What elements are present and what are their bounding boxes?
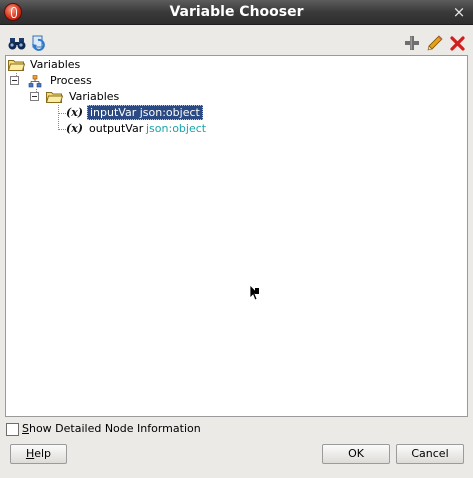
refresh-icon[interactable] [30,34,48,52]
tree-node-outputvar[interactable]: (x) outputVar json:object [66,121,246,137]
mnemonic-char: S [22,422,29,435]
variable-type: json:object [139,106,200,119]
variable-icon: (x) [66,106,83,119]
tree-node-inputvar[interactable]: (x) inputVar json:object [66,105,226,121]
variable-type: json:object [146,122,207,135]
folder-open-icon [46,92,63,103]
close-icon[interactable]: × [451,3,467,21]
add-icon[interactable] [403,34,421,52]
tree-guide-line [58,105,59,130]
tree-node-variables[interactable]: Variables [30,89,230,105]
tree-node-label: Process [50,74,92,87]
collapse-toggle[interactable] [10,76,19,85]
tree-node-variables-root[interactable]: Variables [8,57,208,73]
delete-icon[interactable] [449,34,467,52]
show-detail-checkbox[interactable] [6,423,19,436]
variable-name: outputVar [89,122,144,135]
tree-node-label: Variables [30,58,81,71]
selected-item[interactable]: inputVar json:object [87,105,203,120]
tree-node-label: Variables [69,90,120,103]
label-rest: elp [34,447,52,460]
cancel-button[interactable]: Cancel [396,444,464,464]
show-detail-label[interactable]: Show Detailed Node Information [22,422,201,435]
help-button[interactable]: Help [10,444,67,464]
binoculars-icon[interactable] [8,34,26,52]
busy-cursor-icon [249,284,260,301]
tree-node-process[interactable]: Process [10,73,210,89]
edit-pencil-icon[interactable] [426,34,444,52]
variable-tree[interactable]: Variables Process Variables (x) inputVar… [5,55,468,417]
variable-icon: (x) [66,122,83,135]
variable-name: inputVar [90,106,140,119]
process-icon [28,75,42,88]
folder-open-icon [8,60,25,71]
ok-button[interactable]: OK [322,444,390,464]
title-bar: Variable Chooser × [0,0,473,25]
window-title: Variable Chooser [169,4,304,20]
label-rest: how Detailed Node Information [28,422,201,435]
mnemonic-char: H [25,447,35,460]
collapse-toggle[interactable] [30,92,39,101]
